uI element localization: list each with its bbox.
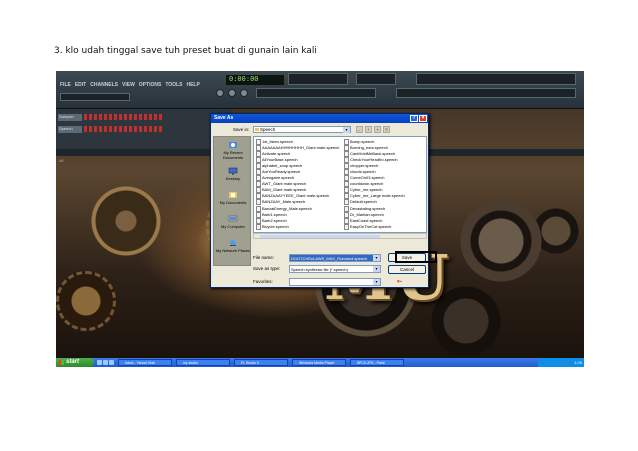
menu-view[interactable]: VIEW: [122, 82, 135, 88]
cancel-button[interactable]: Cancel: [388, 265, 426, 274]
fl-studio-toolbar: FILE EDIT CHANNELS VIEW OPTIONS TOOLS HE…: [56, 71, 584, 109]
menu-edit[interactable]: EDIT: [75, 82, 86, 88]
quick-launch: [97, 360, 114, 365]
save-in-select[interactable]: Speech ▾: [253, 126, 351, 133]
views-icon[interactable]: ≡: [383, 126, 390, 133]
menu-options[interactable]: OPTIONS: [139, 82, 162, 88]
menu-file[interactable]: FILE: [60, 82, 71, 88]
taskbar-item[interactable]: my studio: [176, 359, 230, 366]
page-caption: 3. klo udah tinggal save tuh preset buat…: [54, 46, 317, 56]
taskbar: start Inbox - Yahoo! Mail my studio FL S…: [56, 358, 584, 367]
chevron-down-icon[interactable]: ▾: [343, 127, 350, 133]
back-icon[interactable]: ←: [356, 126, 363, 133]
chevron-down-icon[interactable]: ▾: [373, 279, 380, 285]
dialog-titlebar: Save As ? ×: [211, 114, 428, 123]
file-item[interactable]: Bicycle.speech: [256, 224, 339, 230]
step-sequencer: Sampler Speech: [56, 109, 231, 149]
start-button[interactable]: start: [56, 358, 94, 367]
file-item[interactable]: EasyOnTheCut.speech: [344, 224, 405, 230]
place-network[interactable]: My Network Places: [214, 239, 252, 253]
taskbar-item[interactable]: Inbox - Yahoo! Mail: [118, 359, 172, 366]
info-panel: [356, 73, 396, 85]
close-icon[interactable]: ×: [419, 115, 427, 122]
browser-label: All: [59, 158, 64, 163]
pattern-panel: [60, 93, 130, 101]
up-folder-icon[interactable]: ↑: [365, 126, 372, 133]
system-tray: 1:05: [538, 358, 584, 367]
favorite-heart-icon[interactable]: ♥▪: [397, 279, 402, 285]
place-my-documents[interactable]: My Documents: [214, 191, 252, 205]
menu-help[interactable]: HELP: [186, 82, 199, 88]
folder-icon: [255, 128, 259, 131]
dialog-toolbar: ← ↑ + ≡: [356, 126, 390, 133]
plugin-panel: [396, 88, 576, 98]
new-folder-icon[interactable]: +: [374, 126, 381, 133]
chevron-down-icon[interactable]: ▾: [373, 255, 380, 261]
channel-row: Sampler: [58, 113, 228, 121]
play-button[interactable]: [216, 89, 224, 97]
fl-menu: FILE EDIT CHANNELS VIEW OPTIONS TOOLS HE…: [60, 82, 200, 88]
favorites-select[interactable]: ▾: [289, 278, 381, 286]
menu-tools[interactable]: TOOLS: [165, 82, 182, 88]
place-recent[interactable]: My Recent Documents: [214, 141, 252, 160]
clock: 1:05: [574, 360, 582, 365]
chevron-down-icon[interactable]: ▾: [373, 266, 380, 272]
save-highlight-box: [395, 251, 437, 263]
cpu-panel: [288, 73, 348, 85]
network-places-icon: [230, 240, 236, 246]
record-button[interactable]: [240, 89, 248, 97]
place-desktop[interactable]: Desktop: [214, 167, 252, 181]
channel-row: Speech: [58, 125, 228, 133]
file-column-left: 1st_listen.speech AAAAAAAHHHHHHHH_Giant …: [256, 139, 339, 230]
save-in-label: Save in:: [233, 127, 250, 132]
menu-channels[interactable]: CHANNELS: [90, 82, 118, 88]
save-as-type-label: Save as type:: [253, 266, 281, 271]
screenshot: MU FILE EDIT CHANNELS VIEW OPTIONS TOOLS…: [56, 71, 584, 367]
place-my-computer[interactable]: My Computer: [214, 215, 252, 229]
file-list: 1st_listen.speech AAAAAAAHHHHHHHH_Giant …: [253, 136, 427, 233]
taskbar-item[interactable]: Windows Media Player: [292, 359, 346, 366]
channel-speech[interactable]: Speech: [58, 125, 82, 133]
recent-documents-icon: [229, 142, 237, 148]
channel-sampler[interactable]: Sampler: [58, 113, 82, 121]
save-in-value: Speech: [260, 127, 276, 132]
quick-launch-icon[interactable]: [97, 360, 102, 365]
taskbar-item[interactable]: FL Studio 9: [234, 359, 288, 366]
quick-launch-icon[interactable]: [103, 360, 108, 365]
scrollbar-thumb[interactable]: [260, 235, 380, 238]
taskbar-item[interactable]: 8PC5.JPG - Paint: [350, 359, 404, 366]
places-bar: My Recent Documents Desktop My Documents…: [213, 136, 251, 266]
save-as-type-select[interactable]: Speech synthesis file (*.speech) ▾: [289, 265, 381, 273]
gear-graphic: [56, 271, 116, 331]
save-as-type-value: Speech synthesis file (*.speech): [291, 267, 348, 272]
file-name-input[interactable]: DOOTCHEcLAWS_MAX_Robotool.speech ▾: [289, 254, 381, 262]
tempo-panel: [256, 88, 376, 98]
file-name-label: File name:: [253, 255, 275, 260]
quick-launch-icon[interactable]: [109, 360, 114, 365]
dialog-title: Save As: [214, 115, 234, 121]
stop-button[interactable]: [228, 89, 236, 97]
desktop-icon: [228, 167, 238, 175]
shortcut-panel: [416, 73, 576, 85]
file-column-right: Bump.speech Burning_ears.speech CantHold…: [344, 139, 405, 230]
horizontal-scrollbar[interactable]: [253, 233, 427, 239]
file-name-value: DOOTCHEcLAWS_MAX_Robotool.speech: [290, 255, 380, 261]
help-icon[interactable]: ?: [410, 115, 418, 122]
my-documents-icon: [229, 192, 237, 198]
favorites-label: Favorites:: [253, 279, 273, 284]
my-computer-icon: [228, 215, 238, 222]
time-display: 0:00:00: [226, 75, 284, 85]
